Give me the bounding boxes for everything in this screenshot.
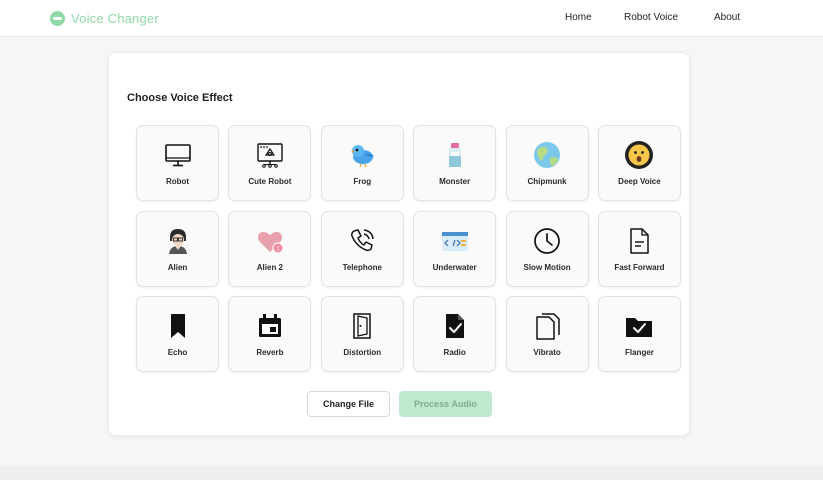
effect-label: Flanger	[625, 348, 654, 357]
effect-tile-vibrato[interactable]: Vibrato	[505, 296, 589, 372]
effect-label: Deep Voice	[618, 177, 661, 186]
effect-tile-robot[interactable]: Robot	[136, 125, 219, 201]
effect-tile-radio[interactable]: Radio	[413, 296, 497, 372]
effect-label: Underwater	[432, 262, 477, 272]
effect-label: Monster	[439, 177, 471, 186]
effect-label: Radio	[443, 348, 466, 357]
effect-label: Frog	[353, 177, 372, 186]
effect-label: Cute Robot	[248, 177, 292, 186]
effect-card: Choose Voice Effect Robot Cute Robot Fro…	[108, 52, 690, 436]
copy-icon	[532, 311, 562, 341]
effect-tile-underwater[interactable]: Underwater	[413, 210, 497, 287]
effect-tile-reverb[interactable]: Reverb	[228, 296, 312, 372]
effect-tile-alien-2[interactable]: 1 Alien 2	[228, 210, 312, 287]
brand-name: Voice Changer	[71, 10, 159, 26]
code-window-icon	[440, 226, 470, 256]
navbar: Voice Changer Home Robot Voice About	[0, 0, 823, 37]
nav-link-about[interactable]: About	[714, 12, 740, 23]
monitor-icon	[163, 140, 193, 170]
effect-tile-chipmunk[interactable]: Chipmunk	[505, 125, 589, 201]
effect-label: Echo	[167, 348, 188, 357]
effect-label: Alien	[167, 262, 188, 272]
robot-monitor-icon	[255, 140, 285, 170]
heart-badge-icon: 1	[255, 226, 285, 256]
change-file-button[interactable]: Change File	[307, 391, 390, 417]
surprised-face-icon	[624, 140, 654, 170]
effect-label: Chipmunk	[527, 177, 567, 186]
effect-label: Robot	[165, 177, 190, 186]
effect-label: Alien 2	[256, 262, 283, 272]
clock-icon	[532, 226, 562, 256]
process-audio-button[interactable]: Process Audio	[399, 391, 492, 417]
effect-tile-cute-robot[interactable]: Cute Robot	[228, 125, 312, 201]
effect-label: Fast Forward	[614, 262, 665, 272]
bookmark-icon	[163, 311, 193, 341]
file-check-icon	[440, 311, 470, 341]
nav-link-robot-voice[interactable]: Robot Voice	[624, 12, 678, 23]
calendar-icon	[255, 311, 285, 341]
brand-logo-icon	[50, 10, 65, 26]
phone-ringing-icon	[347, 226, 377, 256]
effect-tile-deep-voice[interactable]: Deep Voice	[597, 125, 681, 201]
effect-tile-fast-forward[interactable]: Fast Forward	[597, 210, 681, 287]
document-icon	[624, 226, 654, 256]
svg-text:1: 1	[276, 245, 280, 252]
footer-band	[0, 466, 823, 480]
effect-label: Reverb	[256, 348, 284, 357]
effect-tile-alien[interactable]: Alien	[136, 210, 219, 287]
effect-label: Vibrato	[533, 348, 561, 357]
globe-icon	[532, 140, 562, 170]
effect-tile-flanger[interactable]: Flanger	[597, 296, 681, 372]
effect-tile-echo[interactable]: Echo	[136, 296, 219, 372]
effect-tile-telephone[interactable]: Telephone	[320, 210, 404, 287]
effect-tile-monster[interactable]: Monster	[413, 125, 497, 201]
effect-label: Slow Motion	[523, 262, 571, 272]
door-icon	[347, 311, 377, 341]
bottle-icon	[440, 140, 470, 170]
effect-tile-slow-motion[interactable]: Slow Motion	[505, 210, 589, 287]
effect-label: Telephone	[342, 262, 382, 272]
effect-tile-distortion[interactable]: Distortion	[320, 296, 404, 372]
person-avatar-icon	[163, 226, 193, 256]
nav-link-home[interactable]: Home	[565, 12, 592, 23]
effect-tile-frog[interactable]: Frog	[320, 125, 404, 201]
folder-check-icon	[624, 311, 654, 341]
effect-label: Distortion	[343, 348, 382, 357]
effect-grid: Robot Cute Robot Frog Monster Chipmunk D…	[136, 125, 681, 372]
section-title: Choose Voice Effect	[127, 92, 233, 104]
brand[interactable]: Voice Changer	[50, 9, 159, 27]
bird-icon	[347, 140, 377, 170]
